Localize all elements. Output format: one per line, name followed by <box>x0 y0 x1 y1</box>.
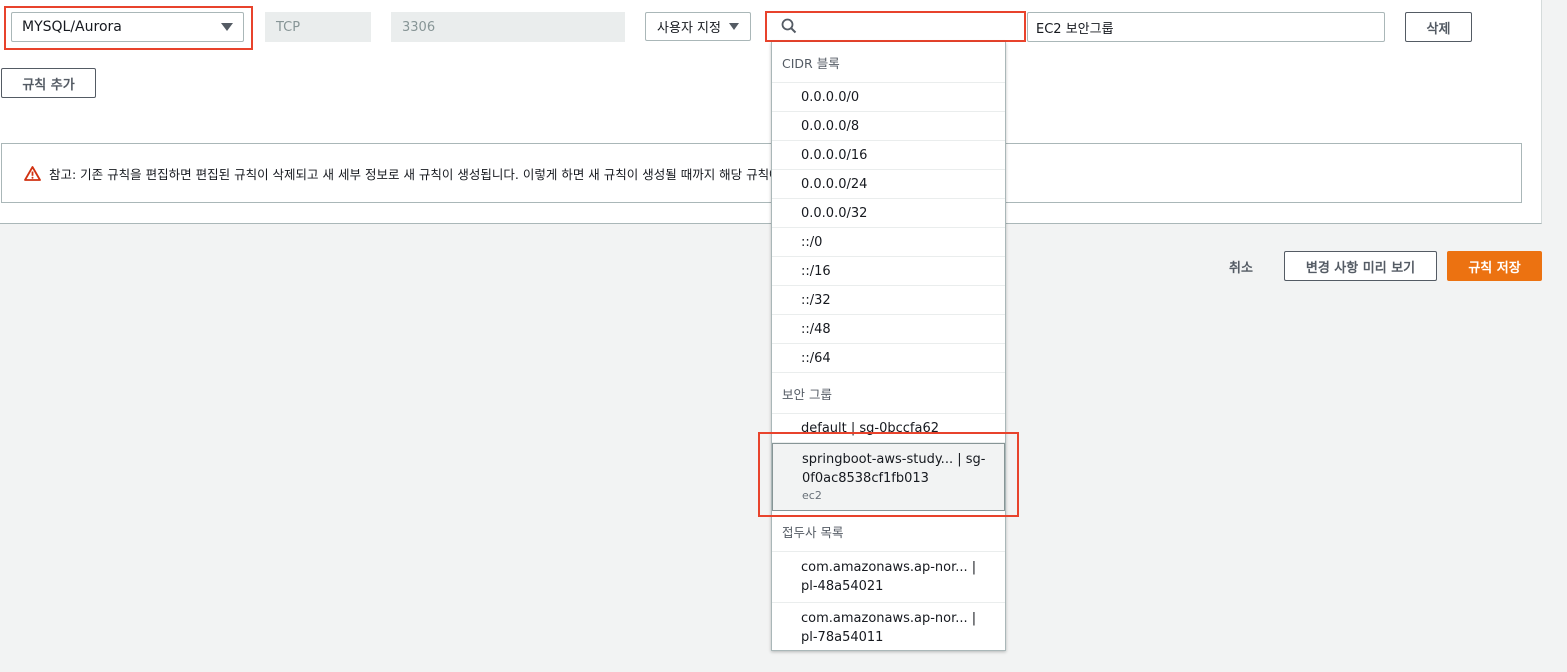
cidr-option[interactable]: 0.0.0.0/16 <box>772 141 1005 170</box>
cancel-button[interactable]: 취소 <box>1216 251 1266 281</box>
cidr-option[interactable]: 0.0.0.0/0 <box>772 83 1005 112</box>
description-input[interactable]: EC2 보안그룹 <box>1027 12 1385 42</box>
port-range-value: 3306 <box>402 19 436 35</box>
search-input-highlight <box>765 11 1026 42</box>
cidr-option[interactable]: 0.0.0.0/24 <box>772 170 1005 199</box>
port-range-field: 3306 <box>391 12 625 42</box>
preview-label: 변경 사항 미리 보기 <box>1305 260 1416 276</box>
add-rule-label: 규칙 추가 <box>22 77 75 93</box>
protocol-field: TCP <box>265 12 371 42</box>
delete-label: 삭제 <box>1426 21 1451 37</box>
security-group-highlight <box>758 432 1019 517</box>
source-dropdown: CIDR 블록 0.0.0.0/0 0.0.0.0/8 0.0.0.0/16 0… <box>771 42 1006 651</box>
delete-button[interactable]: 삭제 <box>1405 12 1472 42</box>
prefix-list-label: com.amazonaws.ap-nor... | pl-78a54011 <box>801 611 977 645</box>
group-header-prefix-list: 접두사 목록 <box>772 511 1005 552</box>
cidr-option[interactable]: ::/0 <box>772 228 1005 257</box>
description-value: EC2 보안그룹 <box>1036 21 1114 37</box>
edit-notice: 참고: 기존 규칙을 편집하면 편집된 규칙이 삭제되고 새 세부 정보로 새 … <box>1 143 1522 203</box>
cidr-option[interactable]: 0.0.0.0/8 <box>772 112 1005 141</box>
group-header-cidr: CIDR 블록 <box>772 42 1005 83</box>
prefix-list-label: com.amazonaws.ap-nor... | pl-48a54021 <box>801 560 977 594</box>
source-type-select[interactable]: 사용자 지정 <box>645 12 751 41</box>
save-rules-button[interactable]: 규칙 저장 <box>1447 251 1542 281</box>
warning-icon <box>24 165 41 181</box>
type-select-highlight <box>4 6 253 50</box>
cidr-option[interactable]: ::/64 <box>772 344 1005 373</box>
protocol-value: TCP <box>276 19 301 35</box>
caret-down-icon <box>728 23 739 30</box>
add-rule-button[interactable]: 규칙 추가 <box>1 68 96 98</box>
prefix-list-option[interactable]: com.amazonaws.ap-nor... | pl-48a54021 <box>772 552 1005 603</box>
preview-changes-button[interactable]: 변경 사항 미리 보기 <box>1284 251 1437 281</box>
save-label: 규칙 저장 <box>1468 260 1521 276</box>
cidr-option[interactable]: 0.0.0.0/32 <box>772 199 1005 228</box>
cidr-option[interactable]: ::/48 <box>772 315 1005 344</box>
cidr-option[interactable]: ::/16 <box>772 257 1005 286</box>
prefix-list-option[interactable]: com.amazonaws.ap-nor... | pl-78a54011 <box>772 603 1005 650</box>
cancel-label: 취소 <box>1229 260 1253 276</box>
group-header-security-group: 보안 그룹 <box>772 373 1005 414</box>
source-type-value: 사용자 지정 <box>657 21 721 36</box>
cidr-option[interactable]: ::/32 <box>772 286 1005 315</box>
